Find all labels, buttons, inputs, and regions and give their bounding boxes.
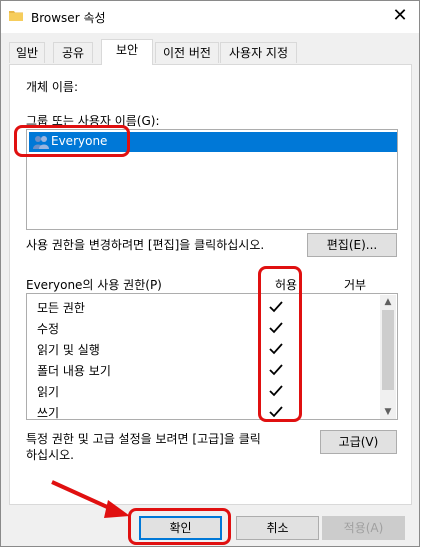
tab-previous-versions[interactable]: 이전 버전	[155, 42, 219, 63]
permissions-list[interactable]: 모든 권한 수정 읽기 및 실행 폴더 내용 보기 읽기 쓰기 ▲ ▼	[26, 293, 398, 420]
edit-button[interactable]: 편집(E)...	[307, 233, 397, 257]
list-item: 폴더 내용 보기	[37, 364, 111, 378]
change-hint: 사용 권한을 변경하려면 [편집]을 클릭하십시오.	[26, 238, 265, 252]
list-item: 읽기	[37, 385, 60, 399]
ok-button[interactable]: 확인	[139, 516, 222, 540]
scroll-down-icon[interactable]: ▼	[380, 405, 396, 419]
tab-customize[interactable]: 사용자 지정	[220, 42, 297, 63]
checkmark-icon	[269, 406, 283, 418]
advanced-button[interactable]: 고급(V)	[320, 430, 397, 454]
checkmark-icon	[269, 322, 283, 334]
tab-general[interactable]: 일반	[9, 42, 45, 63]
title-bar: Browser 속성 ✕	[1, 1, 419, 33]
tab-security[interactable]: 보안	[101, 39, 153, 65]
checkmark-icon	[269, 385, 283, 397]
users-icon	[33, 136, 49, 149]
scroll-thumb[interactable]	[382, 310, 394, 390]
permissions-header: Everyone의 사용 권한(P)	[26, 278, 162, 292]
advanced-hint-line2: 하십시오.	[26, 448, 74, 462]
close-icon[interactable]: ✕	[389, 5, 411, 27]
group-label: 그룹 또는 사용자 이름(G):	[26, 114, 160, 128]
list-item: 쓰기	[37, 406, 60, 420]
advanced-hint-line1: 특정 권한 및 고급 설정을 보려면 [고급]을 클릭	[26, 432, 261, 446]
users-listbox[interactable]: Everyone	[26, 129, 398, 230]
list-item: 모든 권한	[37, 301, 85, 315]
checkmark-icon	[269, 364, 283, 376]
list-item[interactable]: Everyone	[29, 132, 397, 152]
list-item: 수정	[37, 322, 60, 336]
allow-header: 허용	[275, 278, 298, 292]
properties-dialog: Browser 속성 ✕ 일반 공유 보안 이전 버전 사용자 지정 개체 이름…	[0, 0, 420, 547]
window-title: Browser 속성	[31, 11, 106, 25]
tab-sharing[interactable]: 공유	[53, 42, 93, 63]
security-panel: 개체 이름: 그룹 또는 사용자 이름(G): Everyone 사용 권한을 …	[9, 64, 412, 505]
permissions-scrollbar[interactable]: ▲ ▼	[380, 295, 396, 419]
checkmark-icon	[269, 343, 283, 355]
deny-header: 거부	[344, 278, 367, 292]
object-name-label: 개체 이름:	[26, 80, 79, 94]
scroll-up-icon[interactable]: ▲	[380, 295, 396, 309]
folder-icon	[9, 11, 23, 21]
cancel-button[interactable]: 취소	[236, 516, 319, 540]
checkmark-icon	[269, 301, 283, 313]
list-item: 읽기 및 실행	[37, 343, 100, 357]
apply-button[interactable]: 적용(A)	[322, 516, 405, 540]
user-name: Everyone	[51, 134, 108, 148]
